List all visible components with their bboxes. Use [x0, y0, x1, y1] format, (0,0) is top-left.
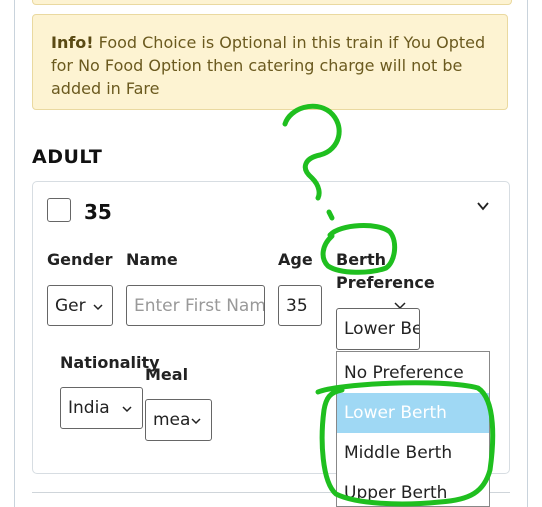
gender-select[interactable]: Ger	[47, 285, 113, 326]
passenger-number: 35	[84, 200, 112, 224]
berth-option-no-preference[interactable]: No Preference	[337, 353, 489, 393]
age-input-value: 35	[286, 296, 308, 316]
info-alert-title: Info!	[51, 33, 94, 52]
meal-select-value: mea	[153, 410, 191, 430]
nationality-select-value: India	[68, 398, 110, 418]
berth-label: Berth	[336, 250, 386, 269]
adult-section-heading: ADULT	[32, 146, 103, 168]
chevron-down-icon	[122, 406, 132, 413]
berth-options-dropdown[interactable]: No Preference Lower Berth Middle Berth U…	[336, 351, 490, 507]
nationality-select[interactable]: India	[60, 387, 143, 429]
berth-select-value: Lower Be	[344, 319, 420, 339]
berth-preference-select[interactable]: Lower Be	[336, 308, 420, 350]
meal-select[interactable]: mea	[145, 399, 212, 441]
chevron-down-icon	[93, 304, 103, 311]
age-input[interactable]: 35	[278, 285, 322, 326]
page-left-border	[0, 0, 15, 507]
meal-label: Meal	[145, 365, 189, 384]
age-label: Age	[278, 250, 313, 269]
page-right-border	[527, 0, 542, 507]
passenger-checkbox[interactable]	[47, 198, 71, 222]
gender-label: Gender	[47, 250, 113, 269]
berth-option-middle-berth[interactable]: Middle Berth	[337, 433, 489, 473]
name-label: Name	[126, 250, 178, 269]
collapse-chevron-icon[interactable]	[476, 199, 490, 213]
name-input-placeholder: Enter First Name	[134, 296, 265, 316]
berth-preference-label: Preference	[336, 273, 435, 292]
gender-select-value: Ger	[55, 296, 86, 316]
previous-panel-edge	[32, 0, 512, 5]
berth-option-upper-berth[interactable]: Upper Berth	[337, 473, 489, 506]
name-input[interactable]: Enter First Name	[126, 285, 265, 326]
info-alert-text: Food Choice is Optional in this train if…	[51, 33, 486, 98]
chevron-down-icon	[191, 418, 201, 425]
info-alert: Info! Food Choice is Optional in this tr…	[32, 14, 508, 110]
berth-option-lower-berth[interactable]: Lower Berth	[337, 393, 489, 433]
